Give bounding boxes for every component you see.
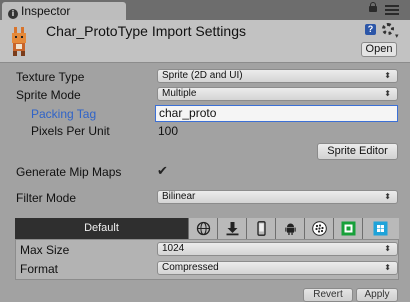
dropdown-arrows-icon: ⬍	[384, 89, 391, 98]
sprite-editor-button[interactable]: Sprite Editor	[317, 143, 398, 160]
tab-blackberry[interactable]	[305, 218, 334, 239]
pixels-per-unit-label: Pixels Per Unit	[31, 124, 110, 138]
pixels-per-unit-field[interactable]: 100	[158, 124, 178, 138]
tab-standalone[interactable]	[218, 218, 247, 239]
tab-default[interactable]: Default	[15, 218, 189, 239]
filter-mode-dropdown[interactable]: Bilinear ⬍	[157, 190, 398, 204]
texture-type-label: Texture Type	[16, 70, 85, 84]
dropdown-arrows-icon: ⬍	[384, 263, 391, 272]
texture-type-value: Sprite (2D and UI)	[162, 70, 243, 81]
generate-mip-maps-label: Generate Mip Maps	[16, 165, 122, 179]
apply-button[interactable]: Apply	[356, 288, 398, 302]
tab-xbox[interactable]	[334, 218, 363, 239]
texture-type-dropdown[interactable]: Sprite (2D and UI) ⬍	[157, 69, 398, 83]
xbox-icon	[341, 221, 356, 236]
ios-phone-icon	[257, 221, 266, 236]
dropdown-arrows-icon: ⬍	[384, 192, 391, 201]
character-sprite-icon	[12, 27, 26, 56]
standalone-download-icon	[226, 222, 239, 236]
inspector-tab-label: Inspector	[21, 4, 71, 18]
platform-tabs: Default	[15, 218, 399, 239]
menu-icon[interactable]	[385, 3, 399, 15]
open-button[interactable]: Open	[361, 42, 397, 57]
filter-mode-value: Bilinear	[162, 191, 196, 202]
inspector-tab[interactable]: i Inspector	[2, 2, 126, 20]
generate-mip-maps-checkbox[interactable]: ✔	[157, 164, 169, 177]
tab-windows-store[interactable]	[363, 218, 399, 239]
inspector-tab-bar: i Inspector	[0, 0, 410, 20]
android-icon	[285, 223, 296, 235]
packing-tag-input[interactable]: char_proto	[155, 105, 398, 122]
sprite-mode-dropdown[interactable]: Multiple ⬍	[157, 87, 398, 101]
revert-button[interactable]: Revert	[303, 288, 353, 302]
max-size-value: 1024	[162, 243, 185, 254]
format-label: Format	[20, 262, 59, 276]
tab-ios[interactable]	[247, 218, 276, 239]
dropdown-arrow-icon: ▾	[395, 33, 399, 40]
sprite-mode-label: Sprite Mode	[16, 88, 81, 102]
max-size-dropdown[interactable]: 1024 ⬍	[157, 242, 398, 256]
web-globe-icon	[196, 221, 211, 236]
format-value: Compressed	[162, 262, 219, 273]
dropdown-arrows-icon: ⬍	[384, 71, 391, 80]
lock-icon[interactable]	[369, 2, 377, 12]
packing-tag-label: Packing Tag	[31, 107, 97, 121]
tab-web[interactable]	[189, 218, 218, 239]
page-title: Char_ProtoType Import Settings	[46, 23, 246, 39]
max-size-label: Max Size	[20, 243, 70, 257]
info-icon: i	[8, 9, 18, 19]
blackberry-icon	[312, 221, 327, 236]
dropdown-arrows-icon: ⬍	[384, 244, 391, 253]
tab-android[interactable]	[276, 218, 305, 239]
filter-mode-label: Filter Mode	[16, 191, 77, 205]
format-dropdown[interactable]: Compressed ⬍	[157, 261, 398, 275]
windows-store-icon	[373, 221, 388, 236]
gear-icon[interactable]	[382, 23, 394, 35]
sprite-mode-value: Multiple	[162, 88, 197, 99]
help-icon[interactable]: ?	[365, 24, 376, 35]
import-settings-header: Char_ProtoType Import Settings ? ▾ Open	[0, 20, 410, 63]
